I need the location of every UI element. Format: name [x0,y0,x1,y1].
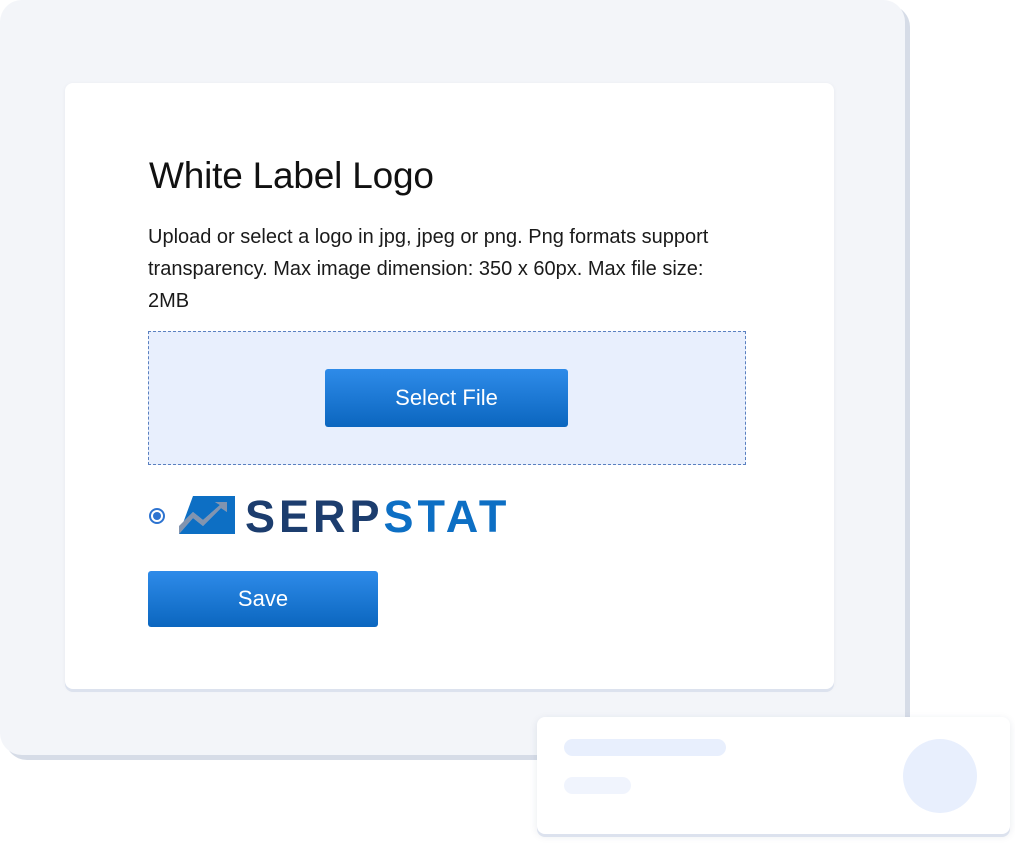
placeholder-line-short [564,777,631,794]
serpstat-logo-mark-icon [179,496,235,534]
serpstat-logo: SERPSTAT [179,493,524,541]
placeholder-avatar [903,739,977,813]
logo-option-radio[interactable] [149,508,165,524]
page-title: White Label Logo [149,155,434,196]
illustration-stage: White Label Logo Upload or select a logo… [0,0,1015,843]
upload-instructions: Upload or select a logo in jpg, jpeg or … [148,226,709,312]
white-label-logo-panel: White Label Logo Upload or select a logo… [65,83,834,689]
wordmark-serp: SERP [245,491,384,542]
placeholder-line [564,739,726,756]
wordmark-stat: STAT [383,491,511,542]
file-drop-zone[interactable]: Select File [148,331,746,465]
select-file-button[interactable]: Select File [325,369,568,427]
save-button[interactable]: Save [148,571,378,627]
placeholder-card [537,717,1010,834]
serpstat-wordmark: SERPSTAT [245,493,510,541]
